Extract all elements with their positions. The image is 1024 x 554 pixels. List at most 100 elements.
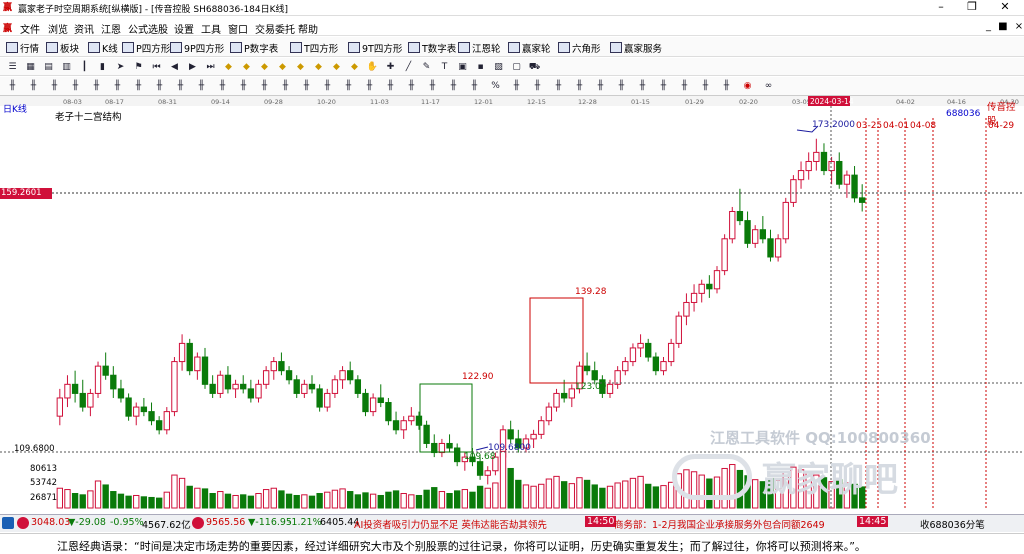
vbar-icon[interactable]: ╫ — [636, 80, 649, 92]
vbar-icon[interactable]: ╫ — [153, 80, 166, 92]
vbar-icon[interactable]: ╫ — [300, 80, 313, 92]
menu-icon[interactable]: ☰ — [6, 61, 19, 73]
vbar-icon[interactable]: ╫ — [27, 80, 40, 92]
app-menu-icon[interactable]: 赢 — [3, 21, 12, 34]
toolbar-p-square-button[interactable]: P四方形 — [122, 40, 170, 55]
play-icon[interactable]: ▶ — [186, 61, 199, 73]
menu-window[interactable]: 窗口 — [228, 21, 248, 36]
vbar-icon[interactable]: ╫ — [615, 80, 628, 92]
vbar-icon[interactable]: ╫ — [363, 80, 376, 92]
diamond-icon[interactable]: ◆ — [240, 61, 253, 73]
print-icon[interactable]: ▨ — [492, 61, 505, 73]
vbar-icon[interactable]: ╫ — [720, 80, 733, 92]
vbar-icon[interactable]: ╫ — [531, 80, 544, 92]
calc-icon[interactable]: ▤ — [42, 61, 55, 73]
next-icon[interactable]: ⏭ — [204, 61, 217, 73]
cross-icon[interactable]: ✚ — [384, 61, 397, 73]
car-icon[interactable]: ⛟ — [528, 61, 541, 73]
menu-file[interactable]: 文件 — [20, 21, 40, 36]
percent-icon[interactable]: % — [489, 80, 502, 92]
diamond-icon[interactable]: ◆ — [276, 61, 289, 73]
save-icon[interactable]: ▪ — [474, 61, 487, 73]
line-icon[interactable]: ╱ — [402, 61, 415, 73]
toolbar-dollar-button[interactable]: 赢家服务 — [610, 40, 662, 55]
menu-tools[interactable]: 工具 — [201, 21, 221, 36]
bar-icon[interactable]: ┃ — [78, 61, 91, 73]
menu-gann[interactable]: 江恩 — [101, 21, 121, 36]
menu-trade[interactable]: 交易委托 — [255, 21, 295, 36]
candle-icon[interactable]: ▮ — [96, 61, 109, 73]
vbar-icon[interactable]: ╫ — [426, 80, 439, 92]
toolbar-winner-wheel-button[interactable]: 赢家轮 — [508, 40, 551, 55]
vbar-icon[interactable]: ╫ — [447, 80, 460, 92]
vbar-icon[interactable]: ╫ — [468, 80, 481, 92]
infinity-icon[interactable]: ∞ — [762, 80, 775, 92]
vbar-icon[interactable]: ╫ — [594, 80, 607, 92]
vbar-icon[interactable]: ╫ — [48, 80, 61, 92]
toolbar-gann-wheel-button[interactable]: 江恩轮 — [458, 40, 501, 55]
close-button[interactable]: ✕ — [990, 0, 1020, 16]
diamond-icon[interactable]: ◆ — [294, 61, 307, 73]
minimize-button[interactable]: – — [926, 0, 956, 16]
kline-chart[interactable]: 08-03 08-17 08-31 09-14 09-28 10-20 11-03 11-17… — [0, 96, 1024, 514]
menu-info[interactable]: 资讯 — [74, 21, 94, 36]
toolbar-hexagon-button[interactable]: 六角形 — [558, 40, 601, 55]
vbar-icon[interactable]: ╫ — [510, 80, 523, 92]
vbar-icon[interactable]: ╫ — [195, 80, 208, 92]
chart-icon[interactable]: ▥ — [60, 61, 73, 73]
arrow-icon[interactable]: ➤ — [114, 61, 127, 73]
menu-browse[interactable]: 浏览 — [48, 21, 68, 36]
toolbar-quote-button[interactable]: 行情 — [6, 40, 39, 55]
first-icon[interactable]: ⏮ — [150, 61, 163, 73]
menu-help[interactable]: 帮助 — [298, 21, 318, 36]
news-ticker-2[interactable]: 商务部：1-2月我国企业承接服务外包合同额2649 — [614, 517, 825, 531]
toolbar-sector-button[interactable]: 板块 — [46, 40, 79, 55]
vbar-icon[interactable]: ╫ — [552, 80, 565, 92]
toolbar-kline-button[interactable]: K线 — [88, 40, 118, 55]
diamond-icon[interactable]: ◆ — [330, 61, 343, 73]
flag-icon[interactable]: ⚑ — [132, 61, 145, 73]
draw-icon[interactable]: ✎ — [420, 61, 433, 73]
toolbar-t-square-button[interactable]: T四方形 — [290, 40, 338, 55]
vbar-icon[interactable]: ╫ — [111, 80, 124, 92]
maximize-button[interactable]: ❐ — [957, 0, 987, 16]
diamond-icon[interactable]: ◆ — [312, 61, 325, 73]
vbar-icon[interactable]: ╫ — [321, 80, 334, 92]
sh-index-icon[interactable] — [2, 517, 14, 529]
diamond-icon[interactable]: ◆ — [348, 61, 361, 73]
vbar-icon[interactable]: ╫ — [174, 80, 187, 92]
vbar-icon[interactable]: ╫ — [6, 80, 19, 92]
vbar-icon[interactable]: ╫ — [342, 80, 355, 92]
color-icon[interactable]: ◉ — [741, 80, 754, 92]
vbar-icon[interactable]: ╫ — [657, 80, 670, 92]
vbar-icon[interactable]: ╫ — [384, 80, 397, 92]
window-icon[interactable]: ▢ — [510, 61, 523, 73]
toolbar-tn-table-button[interactable]: T数字表 — [408, 40, 456, 55]
book-icon[interactable]: ▣ — [456, 61, 469, 73]
vbar-icon[interactable]: ╫ — [405, 80, 418, 92]
hand-icon[interactable]: ✋ — [366, 61, 379, 73]
vbar-icon[interactable]: ╫ — [90, 80, 103, 92]
menu-formula[interactable]: 公式选股 — [128, 21, 168, 36]
mdi-controls[interactable]: _ ■ × — [986, 21, 1024, 32]
vbar-icon[interactable]: ╫ — [216, 80, 229, 92]
diamond-icon[interactable]: ◆ — [222, 61, 235, 73]
text-icon[interactable]: T — [438, 61, 451, 73]
prev-icon[interactable]: ◀ — [168, 61, 181, 73]
vbar-icon[interactable]: ╫ — [69, 80, 82, 92]
diamond-icon[interactable]: ◆ — [258, 61, 271, 73]
toolbar-9p-square-button[interactable]: 9P四方形 — [170, 40, 224, 55]
menu-settings[interactable]: 设置 — [174, 21, 194, 36]
vbar-icon[interactable]: ╫ — [132, 80, 145, 92]
vbar-icon[interactable]: ╫ — [237, 80, 250, 92]
vbar-icon[interactable]: ╫ — [678, 80, 691, 92]
toolbar-pn-table-button[interactable]: P数字表 — [230, 40, 278, 55]
tick-data-label[interactable]: 收688036分笔 — [920, 517, 985, 531]
vbar-icon[interactable]: ╫ — [699, 80, 712, 92]
grid-icon[interactable]: ▦ — [24, 61, 37, 73]
vbar-icon[interactable]: ╫ — [573, 80, 586, 92]
toolbar-9t-square-button[interactable]: 9T四方形 — [348, 40, 402, 55]
vbar-icon[interactable]: ╫ — [258, 80, 271, 92]
news-ticker-1[interactable]: AI投资者吸引力仍显不足 英伟达能否劫其领先 — [354, 517, 547, 531]
vbar-icon[interactable]: ╫ — [279, 80, 292, 92]
